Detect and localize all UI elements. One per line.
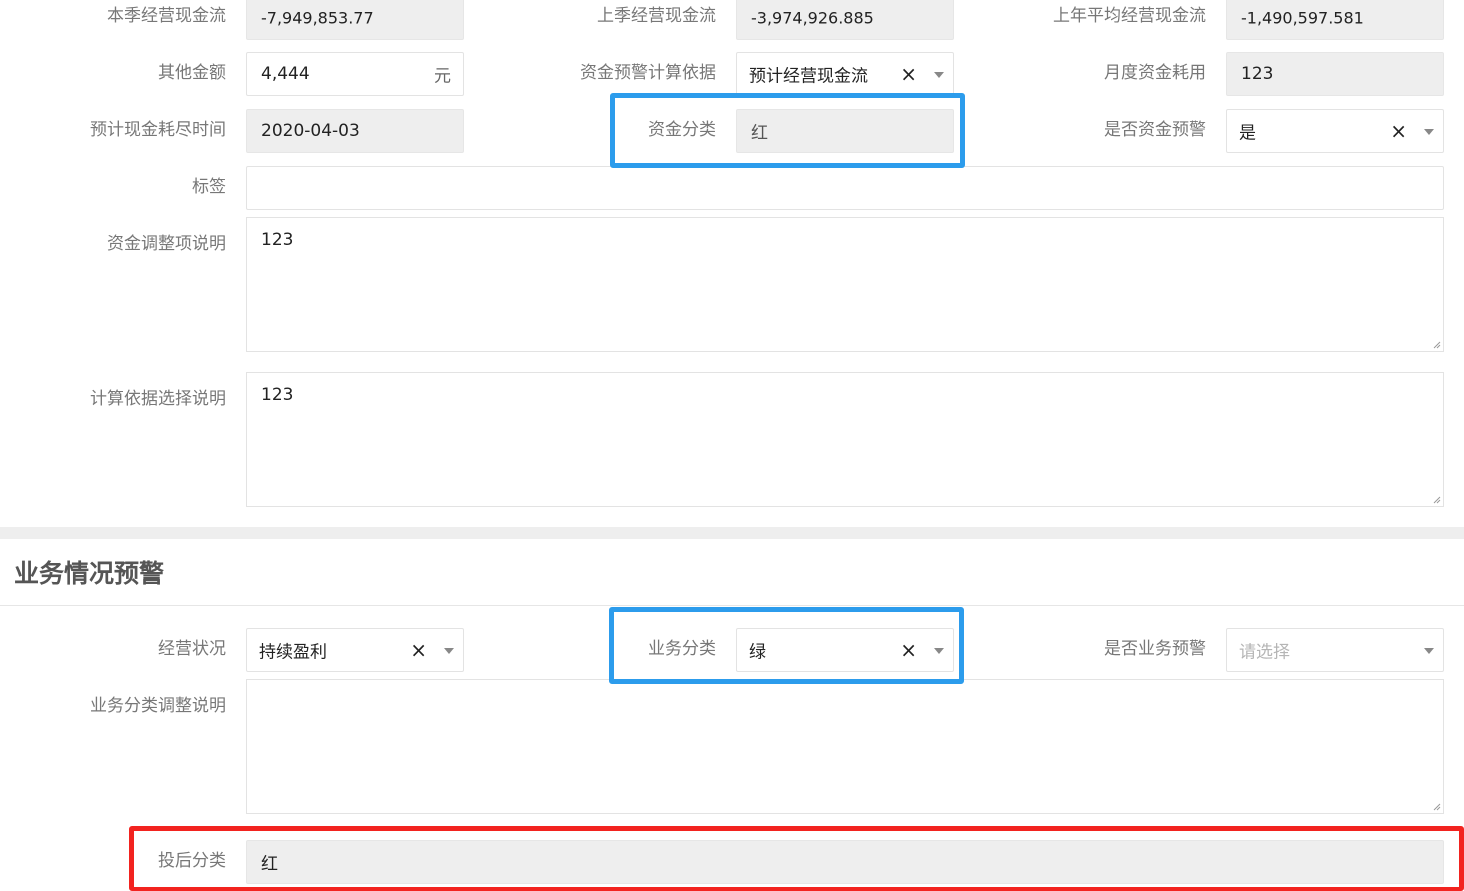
chevron-down-icon[interactable]	[934, 648, 944, 654]
chevron-down-icon[interactable]	[1424, 129, 1434, 135]
chevron-down-icon[interactable]	[934, 72, 944, 78]
last-quarter-cash-flow-label: 上季经营现金流	[597, 6, 716, 26]
clear-icon[interactable]: ×	[410, 640, 427, 660]
fund-category-value: 红	[751, 123, 768, 144]
category-note-label: 业务分类调整说明	[90, 696, 226, 716]
basis-note-textarea[interactable]: 123	[246, 372, 1444, 507]
post-investment-category-label: 投后分类	[158, 851, 226, 871]
adjustment-note-textarea[interactable]: 123	[246, 217, 1444, 352]
is-business-warning-select[interactable]: 请选择	[1226, 628, 1444, 672]
is-business-warning-label: 是否业务预警	[1104, 639, 1206, 659]
last-year-avg-cash-flow-value: -1,490,597.581	[1241, 8, 1364, 28]
tags-input[interactable]	[246, 166, 1444, 210]
other-amount-label: 其他金额	[158, 63, 226, 83]
is-fund-warning-value: 是	[1239, 123, 1256, 144]
post-investment-category-field: 红	[246, 840, 1444, 884]
operating-status-label: 经营状况	[158, 639, 226, 659]
business-category-select[interactable]: 绿 ×	[736, 628, 954, 672]
section-title: 业务情况预警	[14, 559, 165, 588]
business-category-value: 绿	[749, 642, 766, 663]
is-fund-warning-select[interactable]: 是 ×	[1226, 109, 1444, 153]
resize-handle-icon[interactable]	[1433, 803, 1441, 811]
cash-out-date-field: 2020-04-03	[246, 109, 464, 153]
operating-status-value: 持续盈利	[259, 642, 327, 663]
cash-out-date-value: 2020-04-03	[261, 121, 360, 141]
adjustment-note-value: 123	[261, 230, 294, 250]
business-category-label: 业务分类	[648, 639, 716, 659]
post-investment-category-value: 红	[261, 854, 278, 875]
other-amount-value: 4,444	[261, 64, 310, 84]
chevron-down-icon[interactable]	[1424, 648, 1434, 654]
is-fund-warning-label: 是否资金预警	[1104, 120, 1206, 140]
resize-handle-icon[interactable]	[1433, 496, 1441, 504]
clear-icon[interactable]: ×	[1390, 121, 1407, 141]
currency-unit: 元	[434, 66, 451, 87]
resize-handle-icon[interactable]	[1433, 341, 1441, 349]
section-title-underline	[0, 605, 1464, 606]
category-note-textarea[interactable]	[246, 679, 1444, 814]
cash-out-date-label: 预计现金耗尽时间	[90, 120, 226, 140]
clear-icon[interactable]: ×	[900, 64, 917, 84]
is-business-warning-placeholder: 请选择	[1239, 642, 1290, 663]
current-quarter-cash-flow-field: -7,949,853.77	[246, 0, 464, 40]
basis-note-label: 计算依据选择说明	[90, 389, 226, 409]
monthly-burn-label: 月度资金耗用	[1104, 63, 1206, 83]
chevron-down-icon[interactable]	[444, 648, 454, 654]
tags-label: 标签	[192, 177, 226, 197]
current-quarter-cash-flow-label: 本季经营现金流	[107, 6, 226, 26]
warning-basis-label: 资金预警计算依据	[580, 63, 716, 83]
operating-status-select[interactable]: 持续盈利 ×	[246, 628, 464, 672]
warning-basis-select[interactable]: 预计经营现金流 ×	[736, 52, 954, 96]
monthly-burn-value: 123	[1241, 64, 1274, 84]
current-quarter-cash-flow-value: -7,949,853.77	[261, 8, 374, 28]
other-amount-input[interactable]: 4,444 元	[246, 52, 464, 96]
last-quarter-cash-flow-field: -3,974,926.885	[736, 0, 954, 40]
warning-basis-value: 预计经营现金流	[749, 66, 868, 87]
fund-category-label: 资金分类	[648, 120, 716, 140]
clear-icon[interactable]: ×	[900, 640, 917, 660]
last-year-avg-cash-flow-field: -1,490,597.581	[1226, 0, 1444, 40]
last-year-avg-cash-flow-label: 上年平均经营现金流	[1053, 6, 1206, 26]
section-divider	[0, 527, 1464, 539]
fund-category-field: 红	[736, 109, 954, 153]
basis-note-value: 123	[261, 385, 294, 405]
monthly-burn-field: 123	[1226, 52, 1444, 96]
adjustment-note-label: 资金调整项说明	[107, 234, 226, 254]
last-quarter-cash-flow-value: -3,974,926.885	[751, 8, 874, 28]
